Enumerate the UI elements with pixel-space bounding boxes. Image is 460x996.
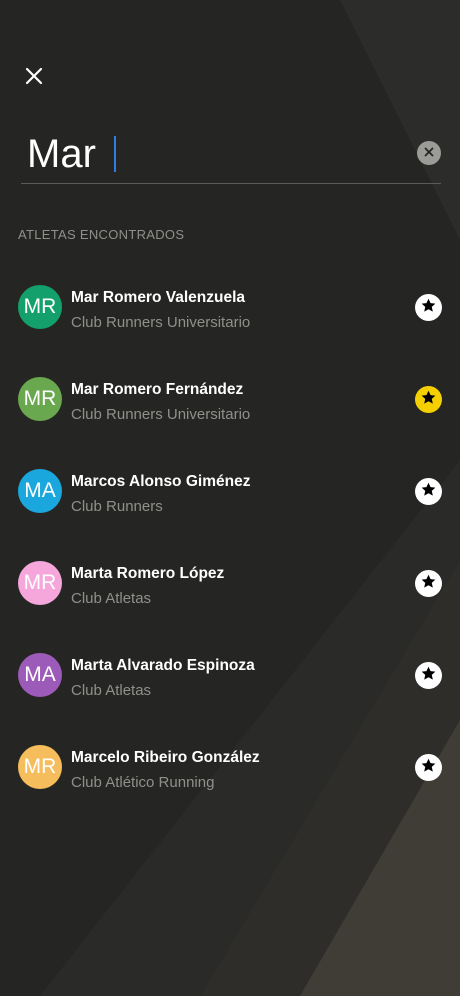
star-icon xyxy=(420,481,437,503)
close-icon xyxy=(25,67,43,90)
athlete-row[interactable]: MA Marcos Alonso Giménez Club Runners xyxy=(0,467,460,559)
avatar: MA xyxy=(18,469,62,513)
favorite-button[interactable] xyxy=(415,754,442,781)
avatar: MR xyxy=(18,561,62,605)
athlete-row[interactable]: MR Marta Romero López Club Atletas xyxy=(0,559,460,651)
favorite-button[interactable] xyxy=(415,478,442,505)
favorite-button[interactable] xyxy=(415,570,442,597)
athlete-name: Marta Alvarado Espinoza xyxy=(71,657,255,674)
athlete-row[interactable]: MR Mar Romero Fernández Club Runners Uni… xyxy=(0,375,460,467)
favorite-button[interactable] xyxy=(415,294,442,321)
close-button[interactable] xyxy=(20,64,48,92)
section-title: ATLETAS ENCONTRADOS xyxy=(18,227,185,242)
star-icon xyxy=(420,573,437,595)
avatar: MR xyxy=(18,377,62,421)
clear-icon xyxy=(424,144,434,162)
athlete-name: Mar Romero Valenzuela xyxy=(71,289,246,306)
favorite-button[interactable] xyxy=(415,662,442,689)
avatar: MR xyxy=(18,285,62,329)
athlete-club: Club Atletas xyxy=(71,590,152,607)
star-icon xyxy=(420,665,437,687)
athlete-club: Club Runners Universitario xyxy=(71,406,251,423)
athlete-club: Club Runners xyxy=(71,498,163,515)
athlete-row[interactable]: MA Marta Alvarado Espinoza Club Atletas xyxy=(0,651,460,743)
athlete-row[interactable]: MR Mar Romero Valenzuela Club Runners Un… xyxy=(0,283,460,375)
search-input[interactable] xyxy=(27,128,397,180)
text-caret xyxy=(114,136,116,172)
avatar: MA xyxy=(18,653,62,697)
athlete-club: Club Atlético Running xyxy=(71,774,215,791)
favorite-button-active[interactable] xyxy=(415,386,442,413)
search-field xyxy=(21,124,441,184)
avatar: MR xyxy=(18,745,62,789)
athlete-row[interactable]: MR Marcelo Ribeiro González Club Atlétic… xyxy=(0,743,460,835)
athletes-list: MR Mar Romero Valenzuela Club Runners Un… xyxy=(0,283,460,835)
athlete-club: Club Runners Universitario xyxy=(71,314,251,331)
search-screen: ATLETAS ENCONTRADOS MR Mar Romero Valenz… xyxy=(0,0,460,996)
athlete-name: Mar Romero Fernández xyxy=(71,381,244,398)
athlete-name: Marcelo Ribeiro González xyxy=(71,749,260,766)
athlete-name: Marta Romero López xyxy=(71,565,225,582)
star-icon xyxy=(420,757,437,779)
athlete-club: Club Atletas xyxy=(71,682,152,699)
star-icon xyxy=(420,389,437,411)
star-icon xyxy=(420,297,437,319)
athlete-name: Marcos Alonso Giménez xyxy=(71,473,251,490)
clear-search-button[interactable] xyxy=(417,141,441,165)
